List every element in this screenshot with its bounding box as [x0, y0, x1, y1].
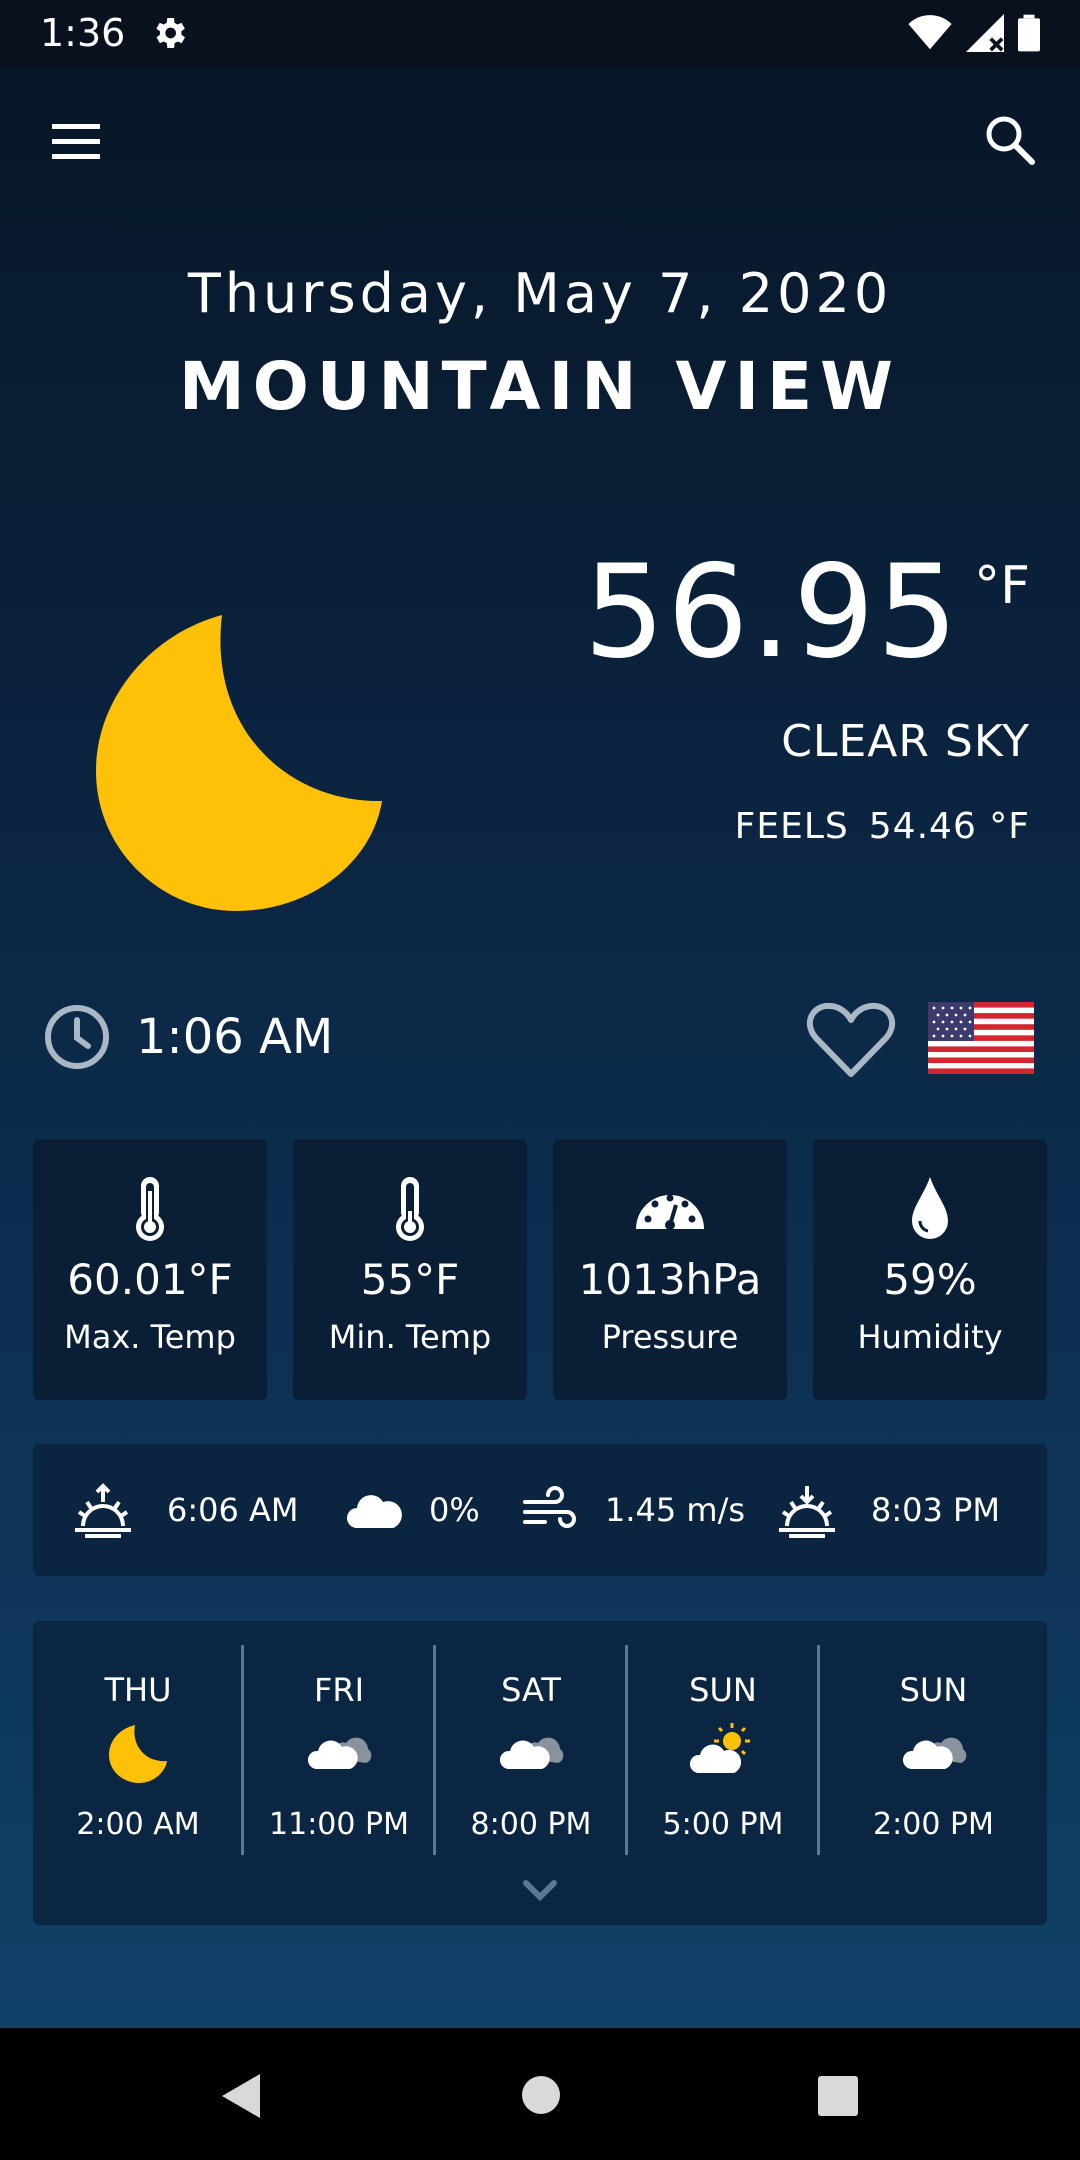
- pressure-card: 1013hPa Pressure: [553, 1139, 787, 1400]
- humidity-card: 59% Humidity: [813, 1139, 1047, 1400]
- max-temp-value: 60.01°F: [67, 1255, 233, 1304]
- weather-app: Thursday, May 7, 2020 MOUNTAIN VIEW 56.9…: [0, 66, 1080, 2028]
- temperature-unit: °F: [974, 556, 1030, 616]
- drop-icon: [912, 1177, 948, 1239]
- min-temp-value: 55°F: [360, 1255, 460, 1304]
- forecast-time: 11:00 PM: [269, 1807, 409, 1842]
- conditions-bar: 6:06 AM 0% 1.45 m/s 8:03 PM: [33, 1444, 1047, 1576]
- cloudy-icon: [307, 1737, 372, 1769]
- wifi-icon: [908, 15, 952, 50]
- cloud-cover: 0%: [429, 1491, 480, 1529]
- search-icon[interactable]: [980, 110, 1040, 170]
- forecast-panel: THU 2:00 AM FRI 11:00 PM SAT 8:00 PM SUN…: [33, 1621, 1047, 1925]
- thermometer-low-icon: [396, 1177, 424, 1241]
- local-time: 1:06 AM: [136, 1009, 334, 1065]
- weather-condition: CLEAR SKY: [781, 716, 1030, 767]
- max-temp-card: 60.01°F Max. Temp: [33, 1139, 267, 1400]
- forecast-time: 2:00 AM: [76, 1807, 200, 1842]
- partly-sunny-icon: [689, 1723, 750, 1773]
- forecast-item[interactable]: SUN 2:00 PM: [820, 1621, 1047, 1861]
- battery-icon: [1018, 14, 1040, 52]
- signal-icon: [966, 14, 1004, 52]
- cloud-icon: [347, 1495, 402, 1528]
- sunrise-time: 6:06 AM: [167, 1491, 299, 1529]
- navigation-bar: [0, 2028, 1080, 2160]
- status-time: 1:36: [40, 11, 126, 55]
- humidity-label: Humidity: [857, 1318, 1003, 1356]
- sunset-time: 8:03 PM: [871, 1491, 1000, 1529]
- forecast-day: SUN: [899, 1671, 968, 1709]
- forecast-time: 8:00 PM: [470, 1807, 592, 1842]
- forecast-day: FRI: [313, 1671, 365, 1709]
- sunrise-icon: [75, 1483, 131, 1538]
- forecast-day: THU: [104, 1671, 172, 1709]
- favorite-heart-icon[interactable]: [806, 1000, 896, 1080]
- forecast-item[interactable]: SAT 8:00 PM: [436, 1621, 626, 1861]
- us-flag-icon: [928, 1002, 1034, 1074]
- min-temp-card: 55°F Min. Temp: [293, 1139, 527, 1400]
- cloudy-icon: [499, 1737, 564, 1769]
- date-label: Thursday, May 7, 2020: [187, 262, 893, 325]
- forecast-time: 5:00 PM: [662, 1807, 784, 1842]
- menu-icon[interactable]: [46, 118, 106, 168]
- clock-icon: [45, 1005, 109, 1069]
- forecast-item[interactable]: FRI 11:00 PM: [244, 1621, 434, 1861]
- current-temperature: 56.95: [583, 538, 960, 687]
- wind-icon: [523, 1486, 576, 1528]
- forecast-time: 2:00 PM: [873, 1807, 994, 1842]
- sunrise-item: [73, 1482, 133, 1538]
- forecast-day: SUN: [689, 1671, 757, 1709]
- settings-gear-icon: [156, 18, 186, 48]
- cloudy-icon: [902, 1737, 966, 1769]
- back-icon[interactable]: [218, 2072, 264, 2120]
- stats-row: 60.01°F Max. Temp 55°F Min. Temp 1013hPa…: [33, 1139, 1047, 1400]
- humidity-value: 59%: [883, 1255, 977, 1304]
- moon-icon: [109, 1725, 167, 1783]
- city-name: MOUNTAIN VIEW: [179, 348, 901, 425]
- feels-value: 54.46 °F: [868, 806, 1030, 847]
- forecast-item[interactable]: THU 2:00 AM: [33, 1621, 243, 1861]
- max-temp-label: Max. Temp: [64, 1318, 236, 1356]
- min-temp-label: Min. Temp: [328, 1318, 492, 1356]
- gauge-icon: [636, 1194, 704, 1230]
- sunset-icon: [779, 1486, 835, 1538]
- pressure-label: Pressure: [601, 1318, 739, 1356]
- home-icon[interactable]: [522, 2076, 560, 2114]
- status-bar: 1:36: [0, 0, 1080, 66]
- thermometer-high-icon: [136, 1177, 164, 1241]
- chevron-down-icon[interactable]: [520, 1875, 560, 1905]
- forecast-item[interactable]: SUN 5:00 PM: [628, 1621, 818, 1861]
- recent-apps-icon[interactable]: [818, 2076, 858, 2116]
- wind-speed: 1.45 m/s: [605, 1491, 746, 1529]
- moon-icon: [96, 615, 382, 911]
- feels-like: FEELS 54.46 °F: [735, 806, 1030, 847]
- feels-label: FEELS: [734, 806, 849, 847]
- forecast-day: SAT: [501, 1671, 561, 1709]
- pressure-value: 1013hPa: [578, 1255, 762, 1304]
